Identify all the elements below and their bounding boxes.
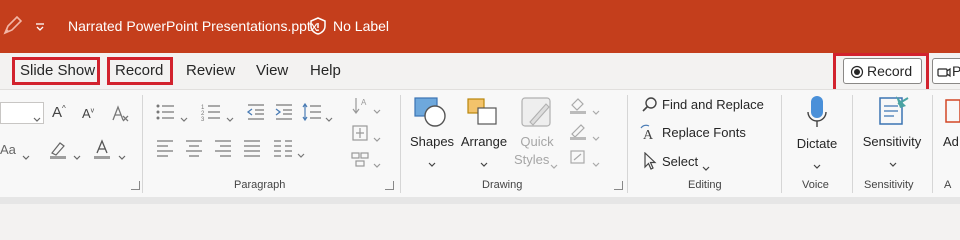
select-button[interactable]: Select: [662, 154, 698, 169]
chevron-down-icon: [592, 129, 600, 141]
decrease-font-icon[interactable]: Av: [82, 106, 94, 121]
change-case-button[interactable]: Aa: [0, 142, 16, 157]
separator: [852, 95, 853, 193]
columns-icon[interactable]: [272, 139, 294, 157]
group-label-sensitivity: Sensitivity: [864, 179, 914, 191]
increase-font-icon[interactable]: A^: [52, 104, 66, 121]
align-center-icon[interactable]: [184, 139, 204, 157]
separator: [932, 95, 933, 193]
separator: [142, 95, 143, 193]
chevron-down-icon: [373, 156, 381, 168]
search-icon: [641, 96, 659, 114]
chevron-down-icon: [550, 157, 558, 169]
paragraph-dialog-launcher[interactable]: [385, 181, 394, 190]
microphone-icon[interactable]: [805, 94, 829, 130]
quick-styles-line1[interactable]: Quick: [514, 134, 560, 149]
group-label-editing: Editing: [688, 179, 722, 191]
highlight-record-tab: [107, 57, 173, 85]
pen-icon[interactable]: [2, 14, 24, 36]
line-spacing-icon[interactable]: [302, 102, 322, 122]
camera-icon: [937, 65, 951, 79]
label-status[interactable]: No Label: [333, 18, 389, 34]
group-label-paragraph: Paragraph: [234, 179, 286, 191]
file-name[interactable]: Narrated PowerPoint Presentations.pptx: [68, 18, 318, 34]
ribbon-bottom-border: [0, 197, 960, 204]
present-button-partial[interactable]: P: [932, 58, 960, 84]
title-bar: Narrated PowerPoint Presentations.pptx N…: [0, 0, 960, 53]
tab-help[interactable]: Help: [310, 62, 341, 79]
chevron-down-icon: [889, 155, 897, 167]
increase-indent-icon[interactable]: [274, 102, 294, 122]
chevron-down-icon: [22, 148, 30, 160]
replace-fonts-icon: A: [639, 124, 659, 143]
replace-fonts-button[interactable]: Replace Fonts: [662, 125, 746, 140]
svg-text:A: A: [361, 98, 367, 107]
clear-formatting-icon[interactable]: [110, 104, 130, 122]
separator: [627, 95, 628, 193]
separator: [400, 95, 401, 193]
shapes-icon[interactable]: [413, 96, 449, 130]
effects-icon[interactable]: [568, 148, 588, 166]
addins-icon[interactable]: [944, 96, 960, 126]
quick-styles-line2[interactable]: Styles: [514, 152, 549, 167]
chevron-down-icon: [33, 110, 41, 122]
svg-text:3: 3: [201, 117, 205, 122]
tab-review[interactable]: Review: [186, 62, 235, 79]
group-label-partial: A: [944, 179, 952, 191]
chevron-down-icon: [373, 130, 381, 142]
quick-styles-icon[interactable]: [520, 96, 556, 132]
dropdown-arrow-icon[interactable]: [34, 20, 46, 32]
align-right-icon[interactable]: [213, 139, 233, 157]
arrange-button[interactable]: Arrange: [457, 134, 511, 149]
chevron-down-icon: [226, 110, 234, 122]
chevron-down-icon: [325, 110, 333, 122]
present-button-label: P: [952, 63, 960, 79]
sensitivity-button[interactable]: Sensitivity: [858, 134, 926, 149]
align-left-icon[interactable]: [155, 139, 175, 157]
bullets-icon[interactable]: [155, 102, 177, 122]
align-text-icon[interactable]: [350, 124, 370, 142]
numbering-icon[interactable]: 123: [201, 102, 223, 123]
chevron-down-icon: [702, 159, 710, 171]
smartart-icon[interactable]: [350, 150, 370, 168]
find-and-replace-button[interactable]: Find and Replace: [662, 97, 764, 112]
font-color-icon[interactable]: [92, 138, 112, 160]
chevron-down-icon: [297, 146, 305, 158]
chevron-down-icon: [428, 155, 436, 167]
group-label-drawing: Drawing: [482, 179, 523, 191]
drawing-dialog-launcher[interactable]: [614, 181, 623, 190]
font-dialog-launcher[interactable]: [131, 181, 140, 190]
highlight-color-icon[interactable]: [48, 140, 70, 160]
outline-icon[interactable]: [568, 122, 588, 140]
dictate-button[interactable]: Dictate: [792, 136, 842, 151]
chevron-down-icon: [373, 102, 381, 114]
sensitivity-icon[interactable]: [876, 94, 910, 128]
shield-icon[interactable]: [308, 16, 328, 36]
chevron-down-icon: [180, 110, 188, 122]
fill-icon[interactable]: [568, 96, 588, 114]
chevron-down-icon: [813, 157, 821, 169]
separator: [781, 95, 782, 193]
chevron-down-icon: [118, 148, 126, 160]
chevron-down-icon: [592, 155, 600, 167]
chevron-down-icon: [480, 155, 488, 167]
group-label-voice: Voice: [802, 179, 829, 191]
chevron-down-icon: [592, 103, 600, 115]
tab-view[interactable]: View: [256, 62, 288, 79]
shapes-button[interactable]: Shapes: [409, 134, 455, 149]
svg-text:A: A: [643, 128, 654, 142]
text-direction-icon[interactable]: A: [352, 96, 370, 116]
chevron-down-icon: [73, 148, 81, 160]
justify-icon[interactable]: [242, 139, 262, 157]
highlight-record-button: [833, 53, 929, 94]
select-cursor-icon: [643, 151, 657, 170]
highlight-slide-show: [12, 57, 100, 85]
arrange-icon[interactable]: [466, 96, 502, 130]
decrease-indent-icon[interactable]: [246, 102, 266, 122]
addins-button[interactable]: Ad: [943, 134, 959, 149]
